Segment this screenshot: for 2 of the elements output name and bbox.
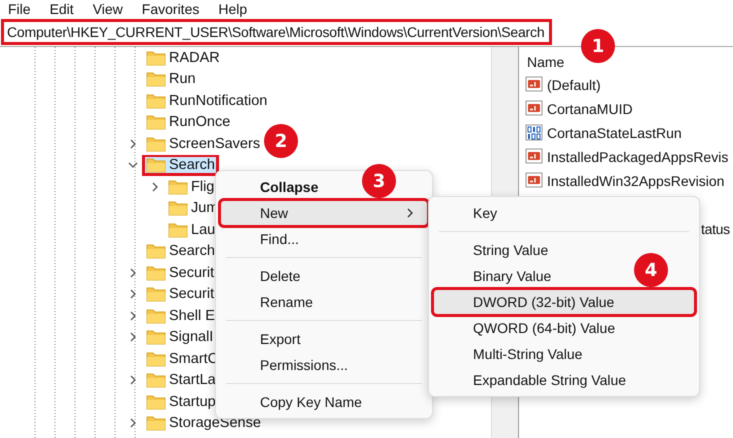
step-badge: 2 xyxy=(264,124,298,158)
step-badge: 1 xyxy=(581,29,615,63)
